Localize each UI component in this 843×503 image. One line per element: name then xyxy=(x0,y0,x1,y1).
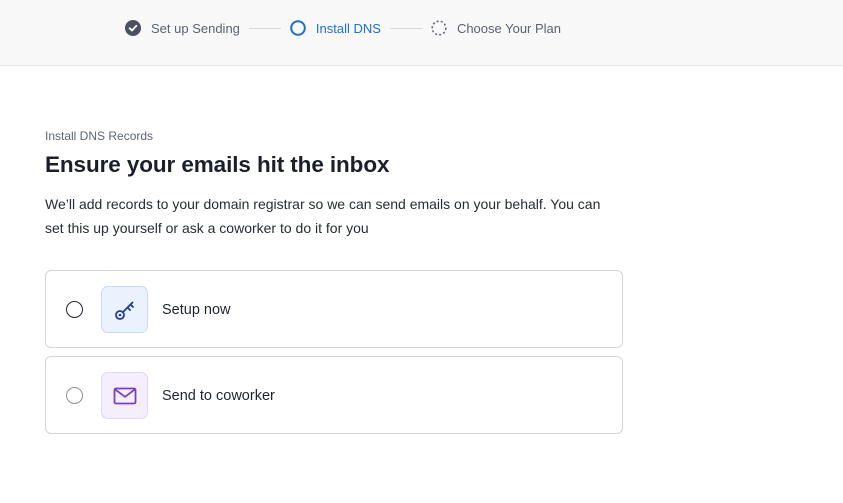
key-icon xyxy=(114,301,134,320)
check-circle-icon xyxy=(125,20,141,36)
page-title: Ensure your emails hit the inbox xyxy=(45,152,390,177)
key-icon-box xyxy=(101,286,148,333)
mail-icon xyxy=(113,387,136,404)
progress-stepper-bar: Set up Sending Install DNS Choose Your P… xyxy=(0,0,843,66)
option-send-to-coworker[interactable]: Send to coworker xyxy=(45,356,623,434)
step-install-dns[interactable]: Install DNS xyxy=(290,20,381,36)
step-choose-your-plan[interactable]: Choose Your Plan xyxy=(431,20,561,36)
option-setup-now[interactable]: Setup now xyxy=(45,270,623,348)
option-label: Setup now xyxy=(162,302,231,318)
step-label: Install DNS xyxy=(315,20,381,36)
send-to-coworker-radio[interactable] xyxy=(66,387,83,404)
progress-stepper: Set up Sending Install DNS Choose Your P… xyxy=(125,19,561,37)
mail-icon-box xyxy=(101,372,148,419)
dashed-circle-icon xyxy=(431,20,447,36)
setup-now-radio[interactable] xyxy=(66,301,83,318)
section-eyebrow: Install DNS Records xyxy=(45,129,154,143)
step-label: Set up Sending xyxy=(151,20,240,36)
step-set-up-sending[interactable]: Set up Sending xyxy=(125,20,240,36)
step-connector xyxy=(248,27,281,29)
dns-intro-section: Install DNS Records Ensure your emails h… xyxy=(45,128,625,240)
step-connector xyxy=(389,27,422,29)
step-label: Choose Your Plan xyxy=(456,20,562,36)
active-step-circle-icon xyxy=(290,20,306,36)
page-description: We’ll add records to your domain registr… xyxy=(45,196,601,236)
option-label: Send to coworker xyxy=(162,388,275,404)
